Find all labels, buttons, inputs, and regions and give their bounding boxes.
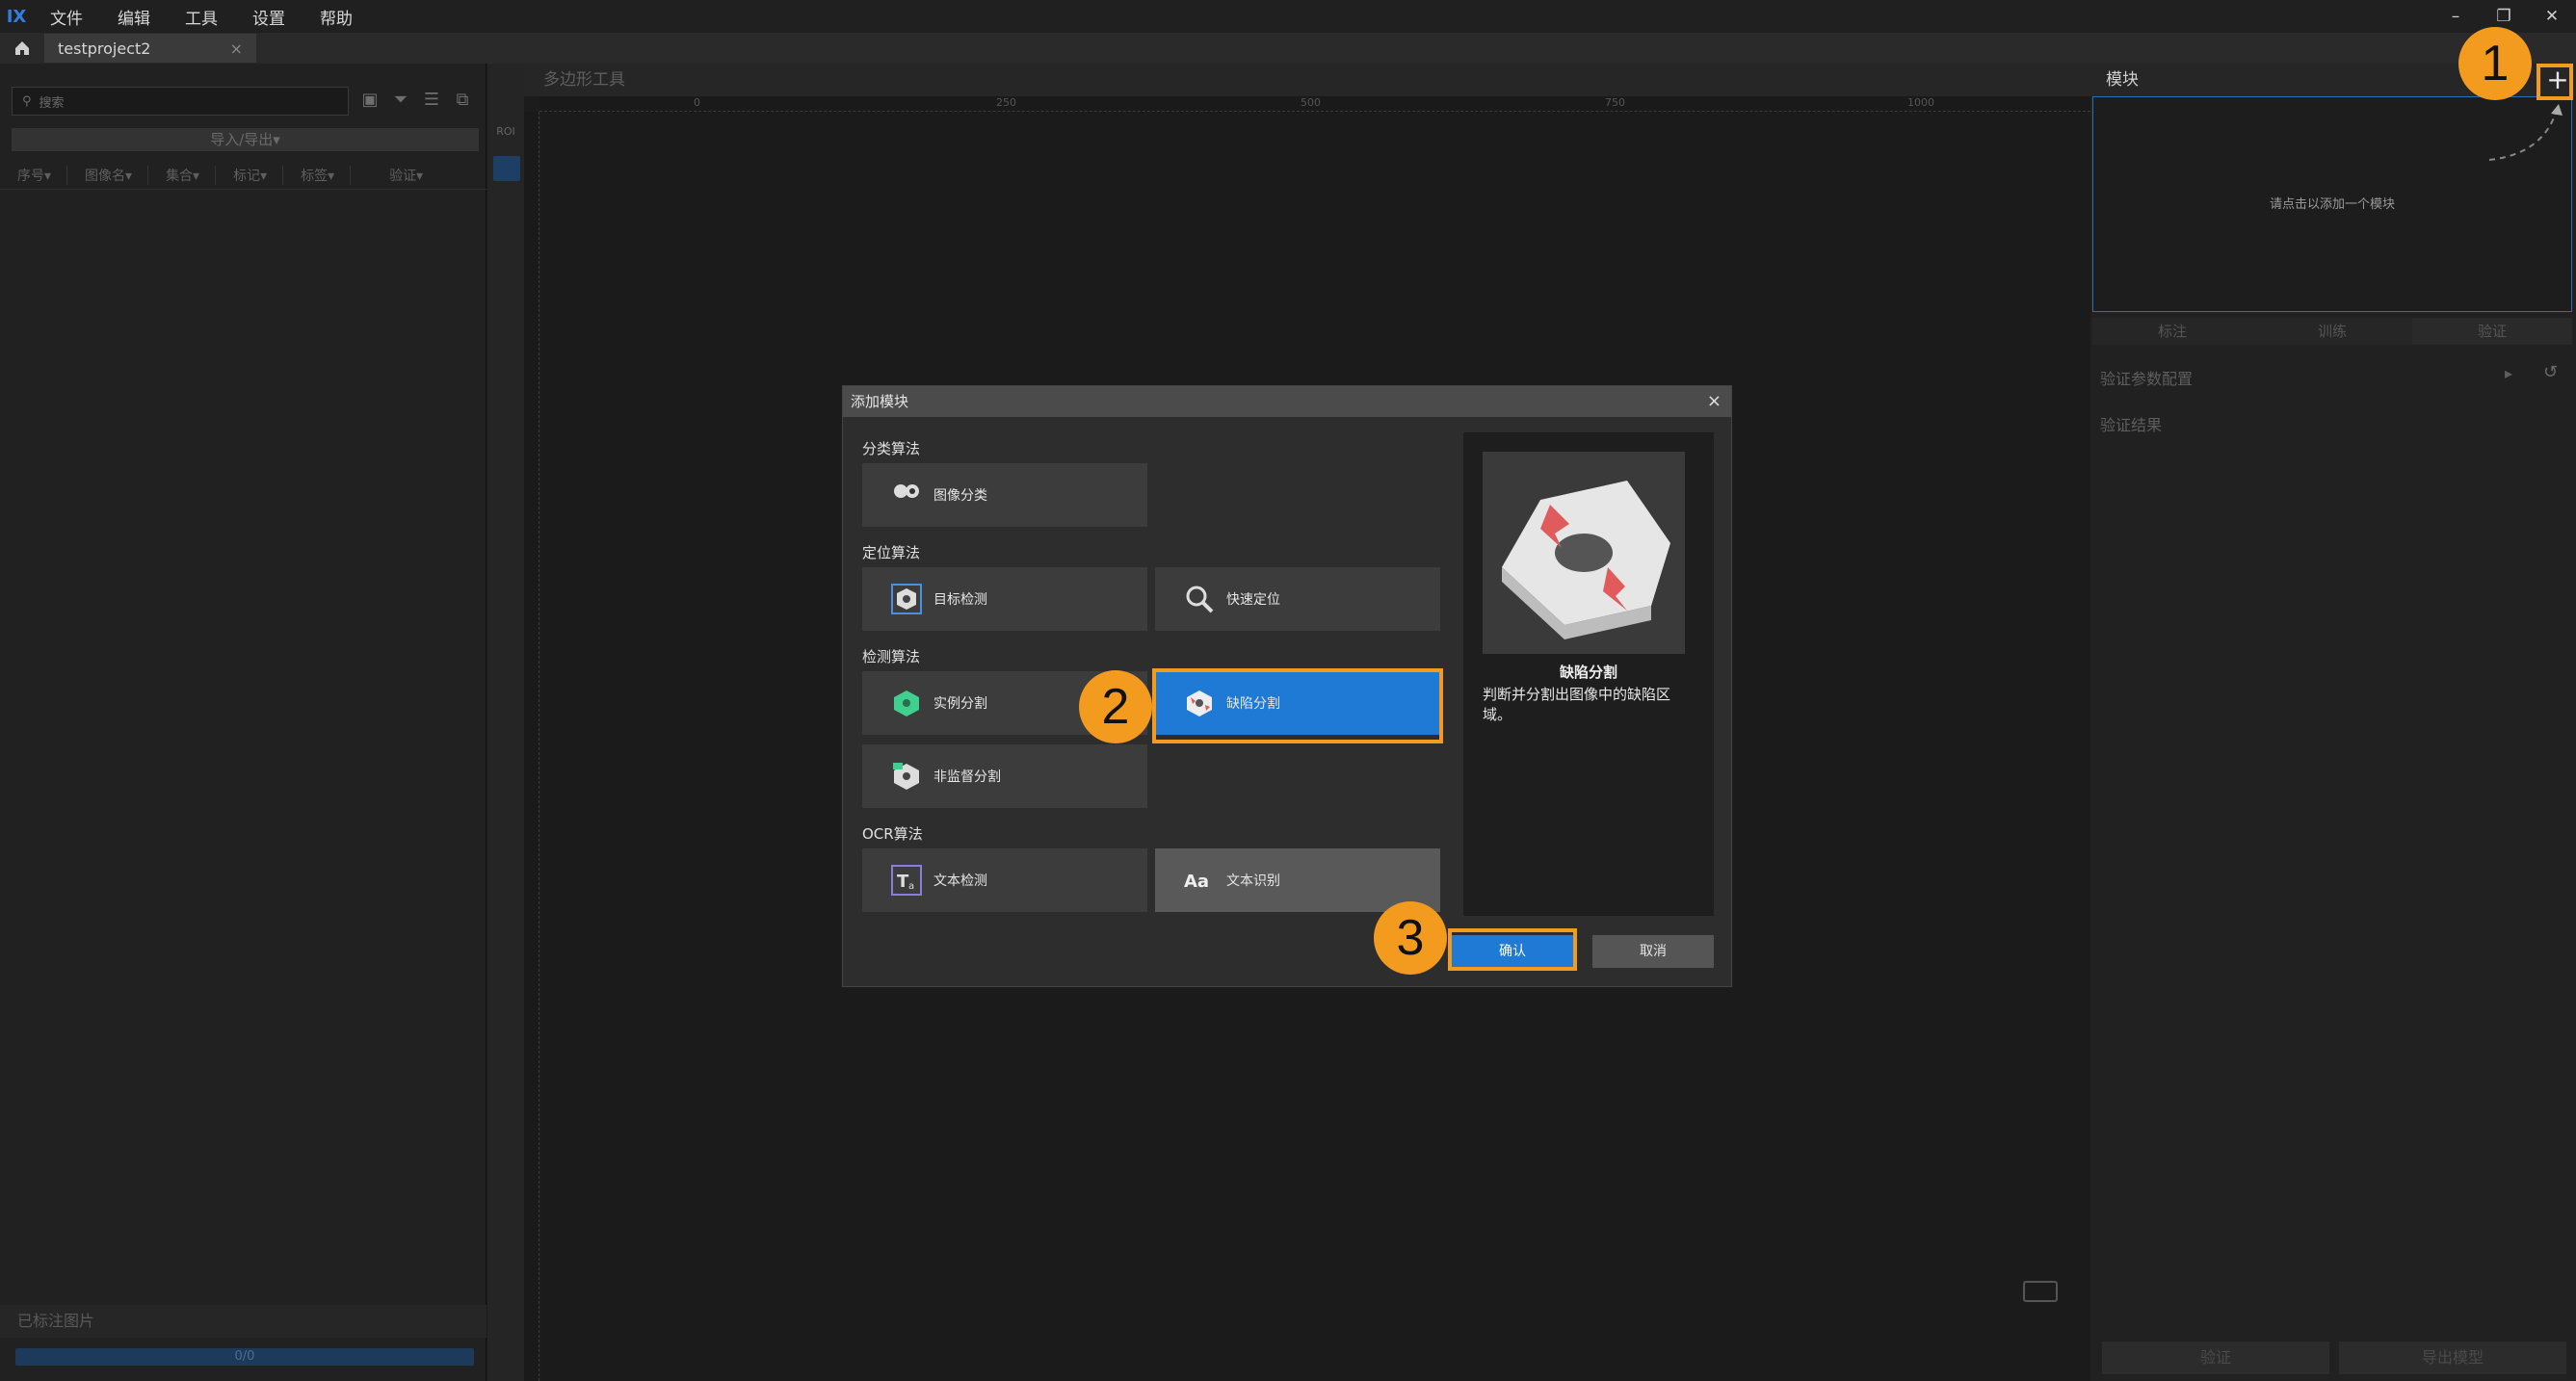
tab-train[interactable]: 训练: [2252, 318, 2412, 345]
menu-edit[interactable]: 编辑: [100, 5, 168, 29]
algo-fast-locate[interactable]: 快速定位: [1155, 567, 1440, 631]
cancel-button[interactable]: 取消: [1592, 935, 1714, 968]
column-headers: 序号▾ 图像名▾ 集合▾ 标记▾ 标签▾ 验证▾: [0, 161, 486, 190]
tab-bar: testproject2 ×: [0, 33, 2576, 64]
home-icon[interactable]: [0, 33, 44, 64]
col-set[interactable]: 集合▾: [148, 165, 217, 185]
minimize-icon[interactable]: –: [2431, 0, 2480, 33]
algo-object-detection[interactable]: 目标检测: [862, 567, 1147, 631]
col-label[interactable]: 标签▾: [283, 165, 352, 185]
algo-image-classification[interactable]: 图像分类: [862, 463, 1147, 527]
export-model-button[interactable]: 导出模型: [2339, 1342, 2566, 1374]
algo-unsupervised-segmentation[interactable]: 非监督分割: [862, 744, 1147, 808]
label-progress-bar: 0/0: [15, 1348, 474, 1366]
search-icon: ⚲: [22, 93, 32, 109]
expand-icon[interactable]: ▸: [2505, 364, 2512, 382]
search-placeholder: 搜索: [39, 95, 65, 111]
col-index[interactable]: 序号▾: [0, 165, 68, 185]
algo-label: 实例分割: [933, 696, 987, 712]
algo-preview-panel: 缺陷分割 判断并分割出图像中的缺陷区域。: [1463, 432, 1714, 916]
image-classification-icon: [889, 478, 924, 512]
verify-result: 验证结果: [2100, 416, 2163, 434]
algo-label: 文本识别: [1226, 873, 1280, 889]
canvas-tool-header: 多边形工具: [524, 64, 2090, 96]
callout-step-1: 1: [2458, 27, 2532, 100]
col-verify[interactable]: 验证▾: [351, 166, 438, 185]
dialog-close-icon[interactable]: ×: [1707, 386, 1722, 417]
tab-project[interactable]: testproject2 ×: [44, 34, 256, 63]
unsupervised-segmentation-icon: [889, 759, 924, 794]
highlight-defect-seg: [1152, 668, 1443, 743]
category-detection: 检测算法: [862, 648, 921, 665]
object-detection-icon: [889, 582, 924, 616]
callout-step-3: 3: [1374, 901, 1447, 975]
folder-icon[interactable]: ⧉: [451, 89, 474, 112]
algo-text-detection[interactable]: Ta 文本检测: [862, 848, 1147, 912]
close-window-icon[interactable]: ✕: [2528, 0, 2576, 33]
filter-icon[interactable]: ⏷: [389, 89, 412, 112]
history-icon[interactable]: ↺: [2543, 362, 2558, 382]
col-mark[interactable]: 标记▾: [216, 165, 284, 185]
polygon-tool-icon[interactable]: [493, 156, 520, 181]
vertical-ruler: [524, 112, 539, 1381]
highlight-add-module: [2537, 64, 2573, 100]
fast-locate-icon: [1182, 582, 1217, 616]
app-logo: IX: [6, 6, 27, 27]
defect-preview-image: [1483, 452, 1685, 654]
add-image-icon[interactable]: ▣: [358, 89, 381, 112]
category-localization: 定位算法: [862, 544, 921, 561]
tab-project-label: testproject2: [58, 39, 151, 58]
algo-label: 快速定位: [1226, 592, 1280, 608]
module-tabs: 标注 训练 验证: [2092, 318, 2572, 345]
ruler-tick: 0: [694, 96, 700, 109]
text-detection-icon: Ta: [889, 863, 924, 898]
list-icon[interactable]: ☰: [420, 89, 443, 112]
labeled-images-header: 已标注图片: [0, 1305, 486, 1338]
preview-title: 缺陷分割: [1559, 664, 1617, 681]
svg-text:Aa: Aa: [1184, 872, 1209, 892]
hint-arrow-icon: [2488, 104, 2563, 161]
search-input[interactable]: ⚲ 搜索: [12, 87, 349, 116]
category-ocr: OCR算法: [862, 825, 923, 843]
menu-file[interactable]: 文件: [33, 5, 100, 29]
ruler-tick: 1000: [1907, 96, 1934, 109]
dialog-title: 添加模块: [843, 386, 1731, 417]
verify-config[interactable]: 验证参数配置: [2100, 366, 2193, 389]
menu-tools[interactable]: 工具: [168, 5, 235, 29]
category-classification: 分类算法: [862, 440, 921, 457]
text-recognition-icon: Aa: [1182, 863, 1217, 898]
svg-text:a: a: [908, 881, 914, 892]
callout-step-2: 2: [1079, 670, 1152, 743]
menu-bar: IX 文件 编辑 工具 设置 帮助: [0, 0, 2576, 33]
menu-help[interactable]: 帮助: [302, 5, 370, 29]
tool-strip: [487, 64, 524, 1381]
tab-close-icon[interactable]: ×: [230, 39, 243, 58]
algo-label: 目标检测: [933, 592, 987, 608]
tab-verify[interactable]: 验证: [2412, 318, 2572, 345]
algo-label: 图像分类: [933, 488, 987, 504]
image-list-panel: [0, 64, 486, 1381]
col-image-name[interactable]: 图像名▾: [67, 165, 149, 185]
highlight-confirm: [1448, 928, 1577, 971]
keyboard-icon[interactable]: [2023, 1281, 2058, 1302]
ruler-tick: 250: [996, 96, 1016, 109]
tab-label[interactable]: 标注: [2092, 318, 2252, 345]
preview-description: 判断并分割出图像中的缺陷区域。: [1483, 686, 1671, 723]
algo-label: 非监督分割: [933, 769, 1001, 785]
menu-settings[interactable]: 设置: [235, 5, 302, 29]
instance-segmentation-icon: [889, 686, 924, 720]
algo-label: 文本检测: [933, 873, 987, 889]
ruler-tick: 500: [1301, 96, 1321, 109]
horizontal-ruler: 0 250 500 750 1000: [539, 96, 2090, 112]
ruler-tick: 750: [1605, 96, 1625, 109]
verify-button[interactable]: 验证: [2102, 1342, 2329, 1374]
roi-tool[interactable]: ROI: [491, 125, 520, 146]
import-export-button[interactable]: 导入/导出▾: [12, 128, 479, 151]
